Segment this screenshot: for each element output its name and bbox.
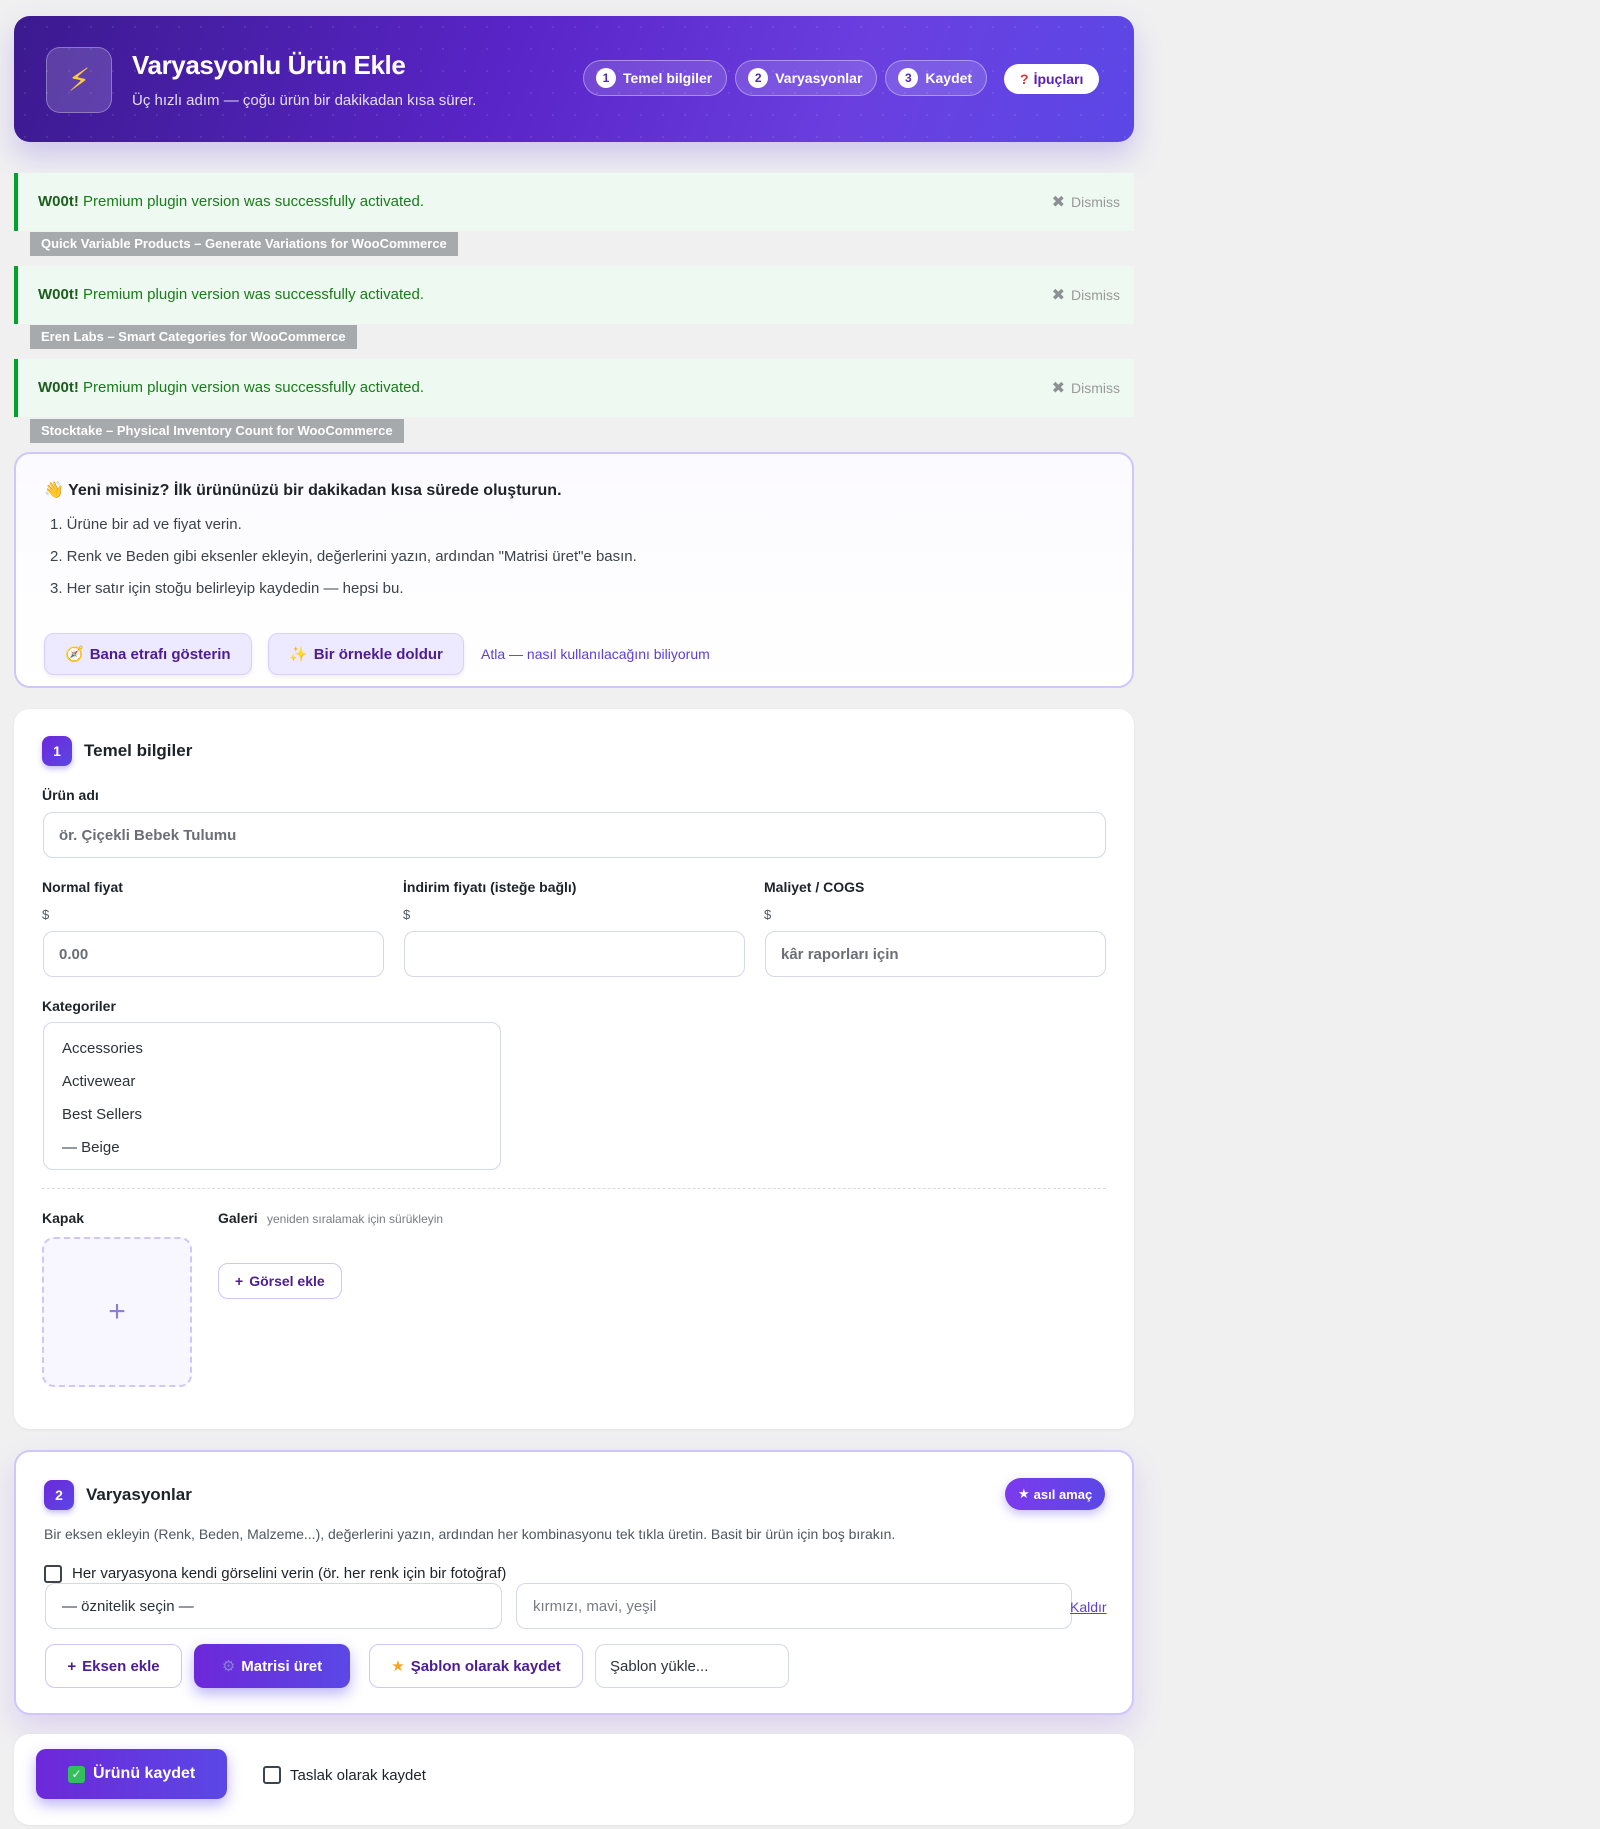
question-icon: ? [1020, 71, 1029, 87]
onboarding-card: 👋 Yeni misiniz? İlk ürününüzü bir dakika… [14, 452, 1134, 688]
lightning-icon: ⚡ [46, 47, 112, 113]
check-icon: ✓ [68, 1765, 85, 1783]
fill-example-label: Bir örnekle doldur [313, 645, 443, 663]
step-number: 3 [898, 68, 919, 88]
fill-example-button[interactable]: ✨ Bir örnekle doldur [268, 633, 464, 675]
add-image-button[interactable]: + Görsel ekle [218, 1263, 342, 1299]
section-number: 1 [42, 736, 72, 766]
category-option[interactable]: — Beige [62, 1139, 120, 1156]
regular-price-label: Normal fiyat [42, 879, 123, 895]
remove-axis-link[interactable]: Kaldır [1070, 1599, 1107, 1615]
sale-price-label: İndirim fiyatı (isteğe bağlı) [403, 879, 577, 895]
cover-label: Kapak [42, 1210, 85, 1226]
step-variations[interactable]: 2 Varyasyonlar [735, 60, 878, 96]
per-variation-image-label: Her varyasyona kendi görselini verin (ör… [72, 1565, 507, 1582]
tips-button[interactable]: ? İpuçları [1004, 64, 1100, 94]
notice-message: W00t! Premium plugin version was success… [38, 193, 424, 210]
currency-symbol: $ [42, 907, 50, 922]
attribute-values-input[interactable]: kırmızı, mavi, yeşil [516, 1583, 1072, 1629]
star-icon: ★ [391, 1658, 405, 1675]
main-purpose-badge: ★ asıl amaç [1005, 1478, 1106, 1510]
product-name-input[interactable]: ör. Çiçekli Bebek Tulumu [43, 812, 1106, 858]
per-variation-image-checkbox[interactable] [44, 1565, 62, 1583]
dismiss-button[interactable]: ✖ Dismiss [1052, 192, 1120, 212]
save-as-draft-checkbox[interactable] [263, 1766, 281, 1784]
save-product-button[interactable]: ✓ Ürünü kaydet [36, 1749, 228, 1799]
tips-label: İpuçları [1033, 71, 1084, 87]
gallery-label: Galeri [218, 1210, 258, 1226]
plus-icon: + [108, 1295, 126, 1328]
category-option[interactable]: Accessories [62, 1040, 143, 1057]
dismiss-button[interactable]: ✖ Dismiss [1052, 285, 1120, 305]
category-option[interactable]: Best Sellers [62, 1106, 142, 1123]
success-notice: W00t! Premium plugin version was success… [14, 266, 1134, 324]
page-title: Varyasyonlu Ürün Ekle [132, 50, 406, 80]
section-divider [42, 1188, 1106, 1189]
save-as-draft-label: Taslak olarak kaydet [290, 1767, 426, 1784]
regular-price-input[interactable]: 0.00 [43, 931, 384, 977]
plus-icon: + [235, 1273, 244, 1289]
onboarding-title: 👋 Yeni misiniz? İlk ürününüzü bir dakika… [44, 482, 562, 499]
category-option[interactable]: Activewear [62, 1073, 135, 1090]
gear-icon: ⚙ [221, 1658, 236, 1675]
save-template-button[interactable]: ★ Şablon olarak kaydet [369, 1644, 583, 1688]
star-icon: ★ [1018, 1486, 1030, 1501]
categories-label: Kategoriler [42, 998, 116, 1014]
cost-input[interactable]: kâr raporları için [765, 931, 1106, 977]
step-label: Temel bilgiler [623, 70, 713, 86]
step-label: Varyasyonlar [775, 70, 863, 86]
load-template-select[interactable]: Şablon yükle... [595, 1644, 789, 1688]
onboarding-step: 2. Renk ve Beden gibi eksenler ekleyin, … [50, 548, 637, 565]
sparkle-icon: ✨ [289, 646, 308, 663]
generate-matrix-button[interactable]: ⚙ Matrisi üret [194, 1644, 350, 1688]
currency-symbol: $ [403, 907, 411, 922]
attribute-select[interactable]: — öznitelik seçin — [45, 1583, 502, 1629]
gallery-hint: yeniden sıralamak için sürükleyin [267, 1212, 444, 1226]
compass-icon: 🧭 [65, 646, 84, 663]
save-bar: ✓ Ürünü kaydet Taslak olarak kaydet [14, 1734, 1134, 1825]
notice-message: W00t! Premium plugin version was success… [38, 379, 424, 396]
close-icon: ✖ [1051, 194, 1065, 211]
step-number: 1 [596, 68, 616, 88]
plus-icon: + [67, 1657, 77, 1675]
basics-card: 1 Temel bilgiler Ürün adı ör. Çiçekli Be… [14, 709, 1134, 1429]
add-image-label: Görsel ekle [249, 1273, 325, 1289]
currency-symbol: $ [764, 907, 772, 922]
wave-icon: 👋 [44, 482, 64, 499]
skip-onboarding-link[interactable]: Atla — nasıl kullanılacağını biliyorum [481, 646, 710, 662]
step-save[interactable]: 3 Kaydet [885, 60, 988, 96]
step-number: 2 [748, 68, 769, 88]
success-notice: W00t! Premium plugin version was success… [14, 173, 1134, 231]
sale-price-input[interactable] [404, 931, 745, 977]
notice-plugin-tag: Quick Variable Products – Generate Varia… [30, 232, 458, 256]
step-label: Kaydet [925, 70, 973, 86]
show-tour-label: Bana etrafı gösterin [89, 645, 231, 663]
show-tour-button[interactable]: 🧭 Bana etrafı gösterin [44, 633, 252, 675]
success-notice: W00t! Premium plugin version was success… [14, 359, 1134, 417]
close-icon: ✖ [1051, 287, 1065, 304]
categories-select[interactable]: Accessories Activewear Best Sellers — Be… [43, 1022, 501, 1170]
product-name-label: Ürün adı [42, 787, 99, 803]
add-axis-button[interactable]: + Eksen ekle [45, 1644, 182, 1688]
cost-label: Maliyet / COGS [764, 879, 865, 895]
onboarding-step: 1. Ürüne bir ad ve fiyat verin. [50, 516, 242, 533]
notice-plugin-tag: Eren Labs – Smart Categories for WooComm… [30, 325, 357, 349]
step-basics[interactable]: 1 Temel bilgiler [583, 60, 728, 96]
page-subtitle: Üç hızlı adım — çoğu ürün bir dakikadan … [132, 92, 477, 109]
hero-header: ⚡ Varyasyonlu Ürün Ekle Üç hızlı adım — … [14, 16, 1134, 142]
section-number: 2 [44, 1480, 74, 1510]
dismiss-button[interactable]: ✖ Dismiss [1052, 378, 1120, 398]
notice-message: W00t! Premium plugin version was success… [38, 286, 424, 303]
section-title: Varyasyonlar [86, 1485, 192, 1504]
variations-description: Bir eksen ekleyin (Renk, Beden, Malzeme.… [44, 1526, 896, 1542]
variations-card: 2 Varyasyonlar ★ asıl amaç Bir eksen ekl… [14, 1450, 1134, 1715]
notice-plugin-tag: Stocktake – Physical Inventory Count for… [30, 419, 404, 443]
section-title: Temel bilgiler [84, 741, 193, 760]
step-nav: 1 Temel bilgiler 2 Varyasyonlar 3 Kaydet [583, 60, 988, 96]
close-icon: ✖ [1051, 380, 1065, 397]
cover-image-dropzone[interactable]: + [42, 1237, 192, 1387]
onboarding-step: 3. Her satır için stoğu belirleyip kayde… [50, 580, 404, 597]
